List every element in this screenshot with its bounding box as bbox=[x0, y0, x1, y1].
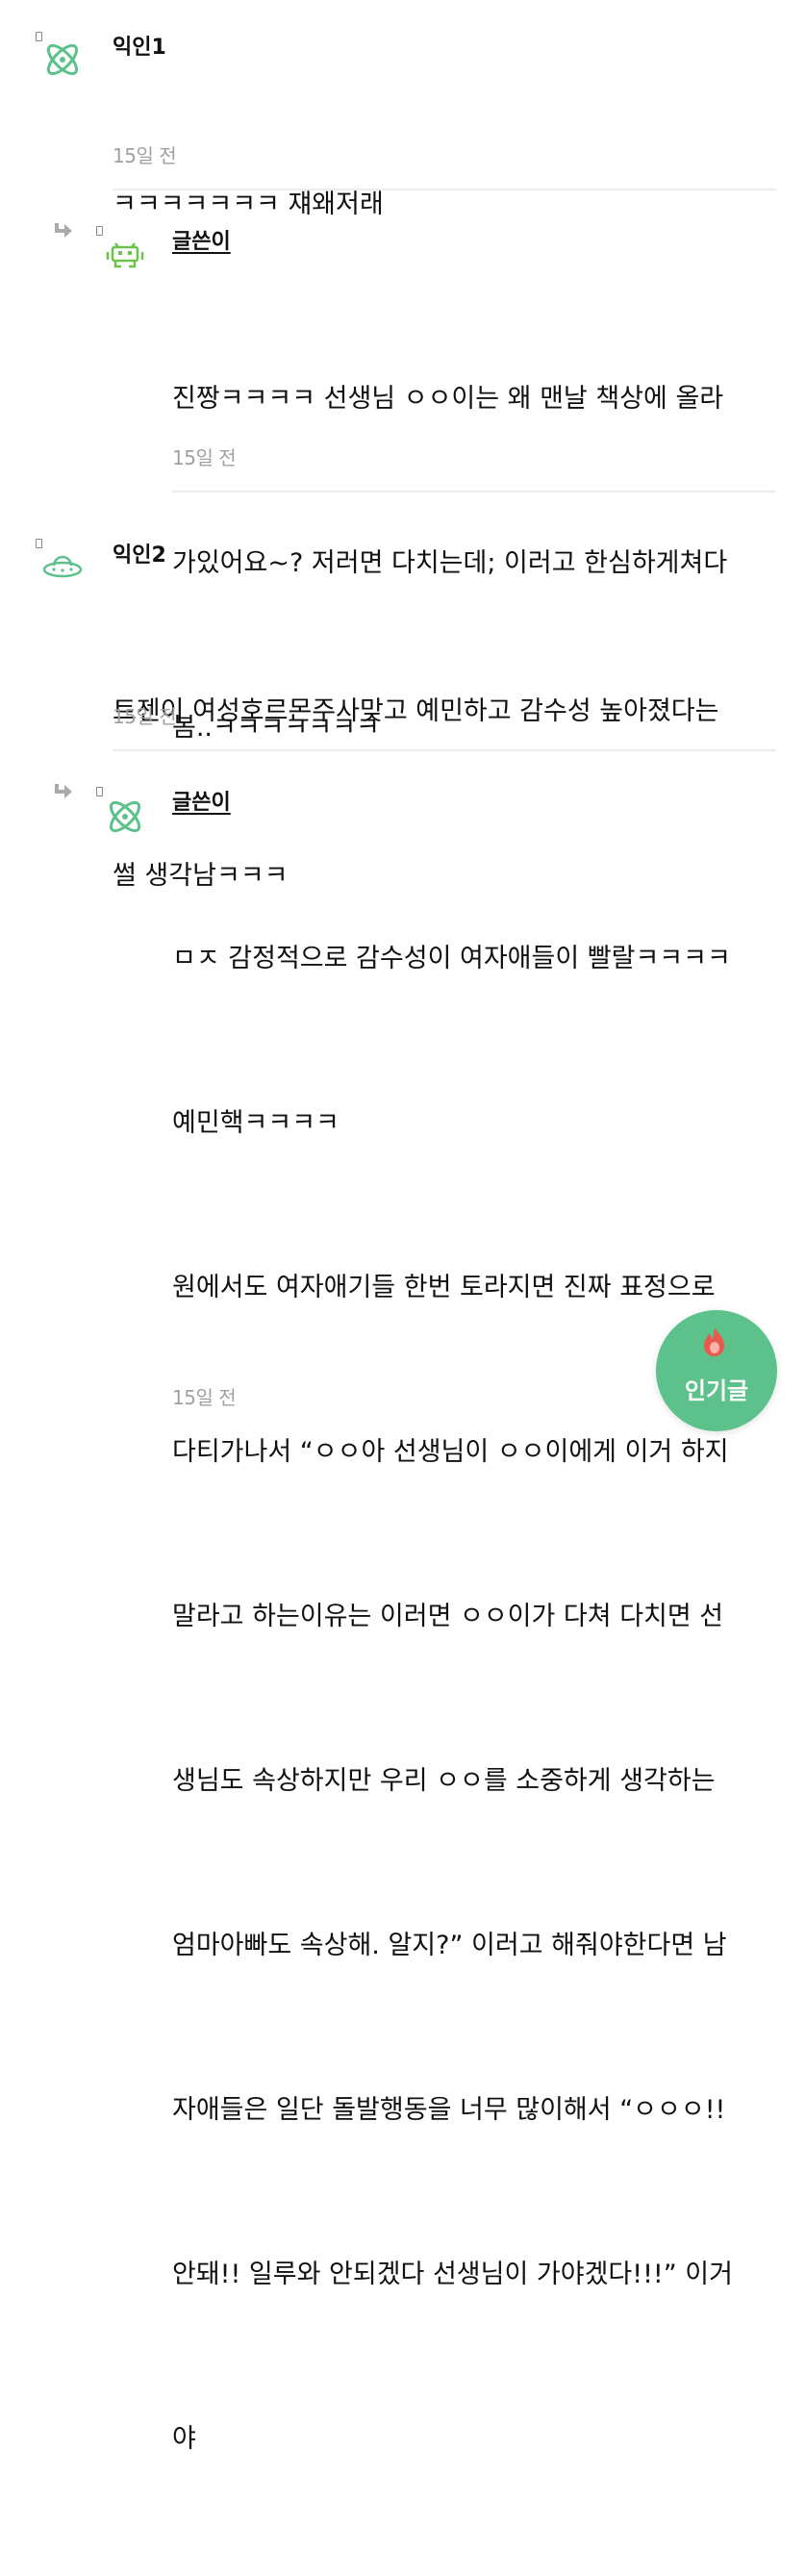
pin-icon bbox=[36, 539, 42, 548]
pin-icon bbox=[96, 787, 103, 796]
divider bbox=[172, 491, 776, 492]
comment-line: 예민핵ㅋㅋㅋㅋ bbox=[172, 1108, 340, 1138]
comment-line: 생님도 속상하지만 우리 ㅇㅇ를 소중하게 생각하는 bbox=[172, 1766, 716, 1796]
pin-icon bbox=[96, 226, 103, 236]
divider bbox=[113, 189, 776, 190]
atom-icon bbox=[109, 800, 141, 833]
author-name[interactable]: 글쓴이 bbox=[172, 785, 231, 816]
commenter-name[interactable]: 익인1 bbox=[113, 30, 166, 61]
reply-arrow-icon bbox=[55, 223, 72, 238]
comment-line: 안돼!! 일루와 안되겠다 선생님이 가야겠다!!!” 이거 bbox=[172, 2260, 733, 2289]
comment-line: 트젠이 여성호르몬주사맞고 예민하고 감수성 높아졌다는 bbox=[113, 696, 719, 726]
popular-posts-button[interactable]: 인기글 bbox=[656, 1310, 777, 1431]
comment-line: 야 bbox=[172, 2424, 196, 2454]
reply-arrow-icon bbox=[55, 784, 72, 798]
comment-line: ㅋㅋㅋㅋㅋㅋㅋ 쟤왜저래 bbox=[113, 189, 384, 219]
comment-timestamp: 15일 전 bbox=[113, 705, 177, 728]
atom-icon bbox=[46, 43, 79, 76]
comment-text: ㅁㅈ 감정적으로 감수성이 여자애들이 빨랄ㅋㅋㅋㅋ 예민핵ㅋㅋㅋㅋ 원에서도 … bbox=[172, 821, 733, 2576]
comment-timestamp: 15일 전 bbox=[172, 446, 237, 469]
comment-line: 엄마아빠도 속상해. 알지?” 이러고 해줘야한다면 남 bbox=[172, 1931, 727, 1960]
ufo-icon bbox=[42, 555, 83, 578]
commenter-name[interactable]: 익인2 bbox=[113, 538, 166, 568]
author-name[interactable]: 글쓴이 bbox=[172, 224, 231, 255]
comment-line: 원에서도 여자애기들 한번 토라지면 진짜 표정으로 bbox=[172, 1273, 716, 1302]
comment-line: 진짱ㅋㅋㅋㅋ 선생님 ㅇㅇ이는 왜 맨날 책상에 올라 bbox=[172, 384, 724, 414]
popular-posts-label: 인기글 bbox=[684, 1377, 749, 1404]
comment-line: 다티가나서 “ㅇㅇ아 선생님이 ㅇㅇ이에게 이거 하지 bbox=[172, 1437, 729, 1467]
comment-line: ㅁㅈ 감정적으로 감수성이 여자애들이 빨랄ㅋㅋㅋㅋ bbox=[172, 944, 731, 973]
comment-line: 자애들은 일단 돌발행동을 너무 많이해서 “ㅇㅇㅇ!! bbox=[172, 2095, 726, 2125]
comment-timestamp: 15일 전 bbox=[172, 1386, 237, 1409]
divider bbox=[113, 749, 776, 751]
fire-icon bbox=[704, 1327, 725, 1356]
space-invader-icon bbox=[106, 242, 144, 268]
comment-timestamp: 15일 전 bbox=[113, 144, 177, 167]
comment-line: 말라고 하는이유는 이러면 ㅇㅇ이가 다쳐 다치면 선 bbox=[172, 1602, 724, 1631]
